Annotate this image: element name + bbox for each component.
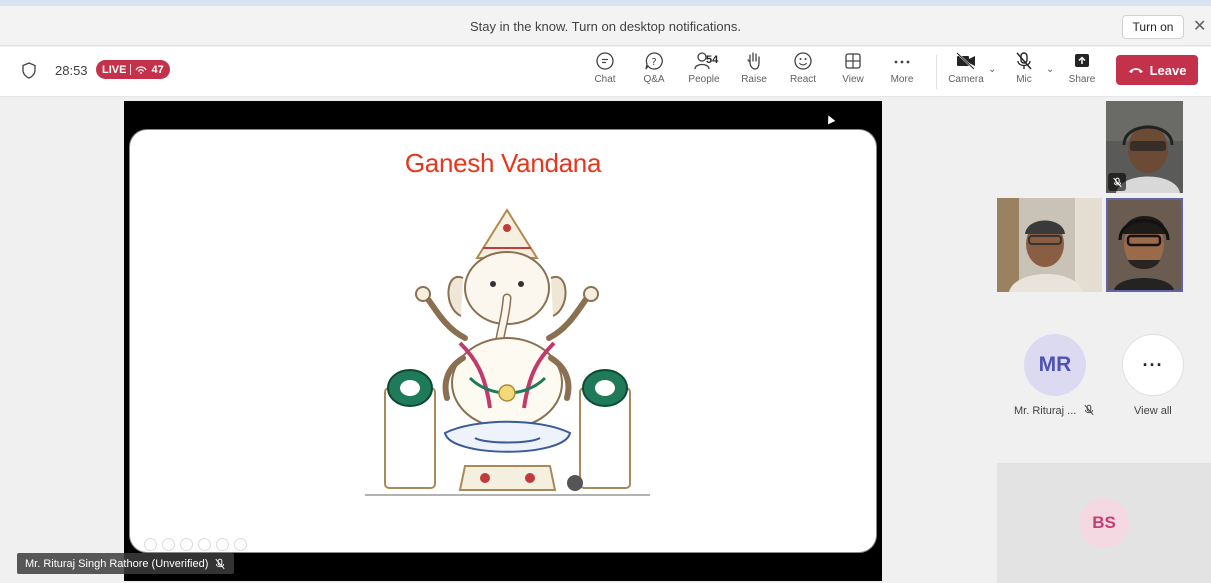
participant-name-mr: Mr. Rituraj ... <box>1014 405 1077 417</box>
toolbar-divider <box>936 55 937 89</box>
hang-up-icon <box>1128 68 1143 73</box>
people-button[interactable]: 54 People <box>682 51 726 85</box>
raise-hand-icon <box>747 52 760 70</box>
slide-title: Ganesh Vandana <box>404 148 602 178</box>
mic-off-icon <box>215 558 225 569</box>
react-label: React <box>789 74 817 85</box>
prev-slide-icon[interactable] <box>144 538 157 551</box>
pen-icon[interactable] <box>180 538 193 551</box>
zoom-icon[interactable] <box>216 538 229 551</box>
chat-icon <box>596 52 614 70</box>
presenter-name-tag: Mr. Rituraj Singh Rathore (Unverified) <box>17 553 235 574</box>
meeting-timer: 28:53 <box>55 63 88 78</box>
share-icon <box>1075 54 1089 67</box>
camera-options-chevron-icon[interactable]: ⌄ <box>988 64 996 75</box>
participant-tile-bs[interactable]: BS <box>997 463 1211 583</box>
active-speaker-video-tile[interactable] <box>1106 198 1183 292</box>
camera-off-icon <box>956 52 975 70</box>
presentation-slide: Ganesh Vandana <box>129 129 877 553</box>
highlight-icon[interactable] <box>198 538 211 551</box>
share-label: Share <box>1068 74 1096 85</box>
mic-off-icon <box>1112 177 1122 187</box>
live-divider <box>130 64 132 75</box>
turn-on-notifications-button[interactable]: Turn on <box>1122 15 1184 39</box>
participant-video-tile[interactable] <box>997 198 1102 292</box>
shield-icon[interactable] <box>22 62 36 79</box>
live-badge: LIVE 47 <box>96 60 170 79</box>
mic-options-chevron-icon[interactable]: ⌄ <box>1046 64 1054 75</box>
meeting-toolbar: 28:53 LIVE 47 Chat ? Q&A 54 People Raise… <box>0 47 1211 97</box>
qa-button[interactable]: ? Q&A <box>632 51 676 85</box>
chat-label: Chat <box>594 74 616 85</box>
mic-label: Mic <box>1016 74 1032 85</box>
raise-hand-button[interactable]: Raise <box>732 51 776 85</box>
qa-icon: ? <box>645 52 663 70</box>
close-icon[interactable]: ✕ <box>1193 16 1206 36</box>
viewers-icon <box>135 66 147 74</box>
next-slide-icon[interactable] <box>162 538 175 551</box>
share-button[interactable]: Share <box>1060 51 1104 85</box>
camera-button[interactable]: Camera <box>944 51 988 85</box>
view-all-button[interactable]: ··· <box>1122 334 1184 396</box>
notification-text: Stay in the know. Turn on desktop notifi… <box>470 19 741 34</box>
presenter-name: Mr. Rituraj Singh Rathore (Unverified) <box>25 557 209 570</box>
muted-indicator <box>1108 173 1126 191</box>
people-label: People <box>688 74 720 85</box>
more-icon <box>894 60 910 64</box>
shared-content-stage: Ganesh Vandana <box>124 101 882 581</box>
participant-avatar-mr[interactable]: MR <box>1024 334 1086 396</box>
more-label: More <box>890 74 914 85</box>
viewer-count: 47 <box>151 63 164 76</box>
view-button[interactable]: View <box>831 51 875 85</box>
people-count: 54 <box>706 54 719 66</box>
slide-navigation-controls[interactable] <box>144 538 247 551</box>
notification-banner: Stay in the know. Turn on desktop notifi… <box>0 6 1211 46</box>
leave-label: Leave <box>1149 62 1187 78</box>
raise-label: Raise <box>741 74 767 85</box>
react-button[interactable]: React <box>781 51 825 85</box>
smiley-icon <box>794 52 812 70</box>
mic-button[interactable]: Mic <box>1002 51 1046 85</box>
mic-off-icon <box>1016 52 1032 70</box>
more-button[interactable]: More <box>880 51 924 85</box>
qa-label: Q&A <box>643 74 665 85</box>
leave-button[interactable]: Leave <box>1116 55 1198 85</box>
mic-off-icon <box>1084 404 1094 416</box>
options-icon[interactable] <box>234 538 247 551</box>
grid-icon <box>845 53 861 69</box>
participant-video <box>997 198 1102 292</box>
view-all-label: View all <box>1134 405 1172 417</box>
ganesh-illustration <box>365 208 650 496</box>
chat-button[interactable]: Chat <box>583 51 627 85</box>
participant-video-tile[interactable] <box>1106 101 1183 193</box>
camera-label: Camera <box>948 74 984 85</box>
svg-text:?: ? <box>651 57 656 68</box>
view-label: View <box>842 74 864 85</box>
participant-avatar-bs: BS <box>1079 498 1129 548</box>
participant-video <box>1108 200 1181 290</box>
live-label: LIVE <box>102 63 127 76</box>
